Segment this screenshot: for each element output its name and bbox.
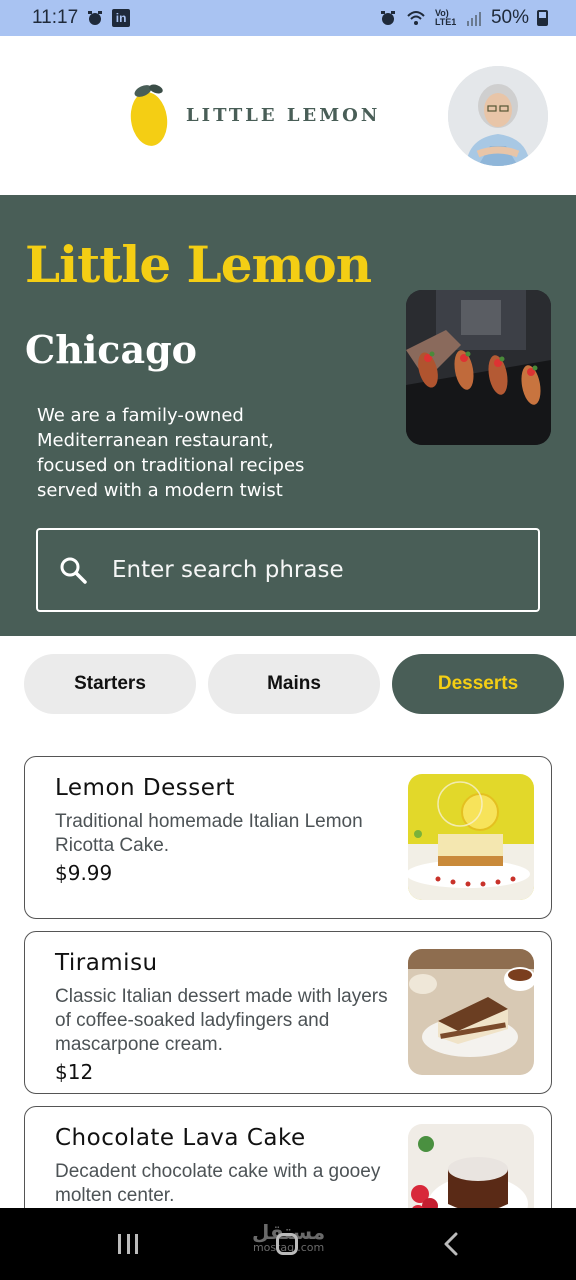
back-button[interactable] bbox=[440, 1232, 464, 1256]
menu-item-price: $9.99 bbox=[55, 861, 113, 885]
network-type: Vo) LTE1 bbox=[434, 8, 457, 27]
system-nav-bar: مستقل mostaql.com bbox=[0, 1208, 576, 1280]
alarm-icon bbox=[380, 11, 395, 25]
menu-item-image bbox=[408, 949, 534, 1075]
app-header: LITTLE LEMON bbox=[0, 36, 576, 195]
menu-item-title: Tiramisu bbox=[55, 950, 158, 976]
alarm-icon bbox=[88, 11, 103, 25]
menu-item-card[interactable]: Lemon Dessert Traditional homemade Itali… bbox=[24, 756, 552, 919]
search-field[interactable]: Enter search phrase bbox=[36, 528, 540, 612]
search-placeholder: Enter search phrase bbox=[112, 557, 344, 583]
hero-title: Little Lemon bbox=[25, 235, 372, 294]
status-time: 11:17 bbox=[32, 7, 79, 28]
linkedin-icon: in bbox=[112, 9, 131, 27]
logo-text: LITTLE LEMON bbox=[186, 104, 381, 126]
battery-level: 50% bbox=[490, 7, 529, 28]
menu-item-title: Chocolate Lava Cake bbox=[55, 1125, 306, 1151]
profile-avatar[interactable] bbox=[448, 66, 548, 166]
hero-city: Chicago bbox=[25, 327, 197, 372]
menu-item-price: $12 bbox=[55, 1060, 94, 1084]
recent-apps-button[interactable] bbox=[118, 1234, 138, 1254]
category-chip-starters[interactable]: Starters bbox=[24, 654, 196, 714]
battery-icon bbox=[537, 10, 548, 26]
signal-icon bbox=[466, 12, 481, 26]
hero-section: Little Lemon Chicago We are a family-own… bbox=[0, 195, 576, 636]
menu-item-card[interactable]: Tiramisu Classic Italian dessert made wi… bbox=[24, 931, 552, 1094]
hero-description: We are a family-owned Mediterranean rest… bbox=[37, 405, 305, 501]
menu-item-title: Lemon Dessert bbox=[55, 775, 235, 801]
lemon-logo-icon bbox=[130, 84, 168, 146]
menu-item-description: Traditional homemade Italian Lemon Ricot… bbox=[55, 811, 363, 856]
home-button[interactable] bbox=[276, 1233, 298, 1255]
menu-item-description: Decadent chocolate cake with a gooey mol… bbox=[55, 1161, 381, 1206]
status-bar: 11:17 in Vo) LTE1 50% bbox=[0, 0, 576, 36]
category-chip-mains[interactable]: Mains bbox=[208, 654, 380, 714]
category-chip-desserts[interactable]: Desserts bbox=[392, 654, 564, 714]
logo: LITTLE LEMON bbox=[128, 81, 380, 149]
menu-item-description: Classic Italian dessert made with layers… bbox=[55, 986, 388, 1055]
menu-item-image bbox=[408, 774, 534, 900]
wifi-icon bbox=[407, 11, 425, 25]
search-icon bbox=[60, 557, 87, 584]
category-filter: Starters Mains Desserts bbox=[24, 654, 564, 714]
hero-image bbox=[406, 290, 551, 445]
